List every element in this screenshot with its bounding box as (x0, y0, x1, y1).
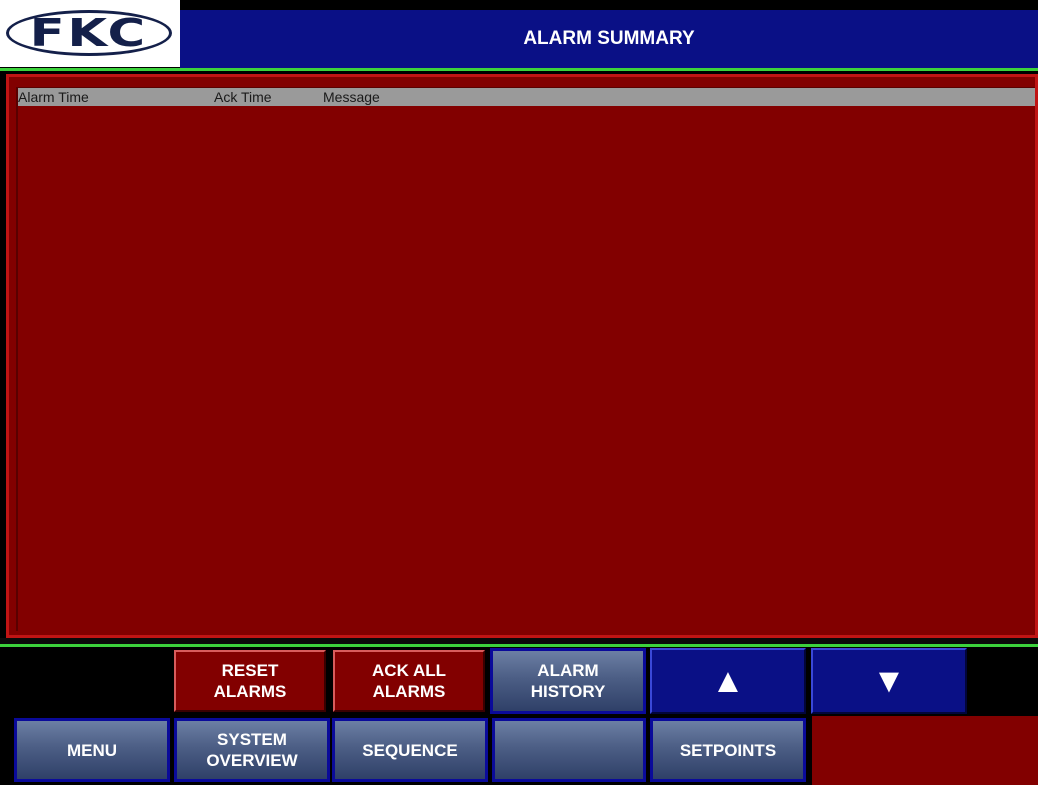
setpoints-button[interactable]: SETPOINTS (650, 718, 806, 782)
alarm-status-indicator (812, 716, 1038, 785)
scroll-down-button[interactable]: ▼ (811, 648, 967, 714)
logo-area: FKC (0, 0, 180, 67)
alarm-list[interactable]: Alarm Time Ack Time Message (16, 87, 1035, 631)
page-title: ALARM SUMMARY (523, 28, 695, 49)
ack-all-alarms-button[interactable]: ACK ALL ALARMS (333, 650, 485, 712)
logo-text: FKC (29, 11, 149, 55)
header-divider (0, 68, 1038, 71)
blank-nav-button[interactable] (492, 718, 646, 782)
footer-divider (0, 644, 1038, 647)
scroll-up-button[interactable]: ▲ (650, 648, 806, 714)
sequence-button[interactable]: SEQUENCE (332, 718, 488, 782)
fkc-logo: FKC (6, 10, 172, 56)
title-bar: ALARM SUMMARY (180, 10, 1038, 68)
reset-alarms-button[interactable]: RESET ALARMS (174, 650, 326, 712)
hmi-screen: FKC ALARM SUMMARY Alarm Time Ack Time Me… (0, 0, 1038, 785)
alarm-summary-panel: Alarm Time Ack Time Message (6, 74, 1038, 638)
column-header-alarm-time[interactable]: Alarm Time (18, 89, 89, 105)
arrow-up-icon: ▲ (711, 661, 745, 700)
column-header-message[interactable]: Message (323, 89, 380, 105)
alarm-table-header: Alarm Time Ack Time Message (18, 88, 1035, 106)
alarm-history-button[interactable]: ALARM HISTORY (490, 648, 646, 714)
menu-button[interactable]: MENU (14, 718, 170, 782)
column-header-ack-time[interactable]: Ack Time (214, 89, 272, 105)
arrow-down-icon: ▼ (872, 661, 906, 700)
system-overview-button[interactable]: SYSTEM OVERVIEW (174, 718, 330, 782)
